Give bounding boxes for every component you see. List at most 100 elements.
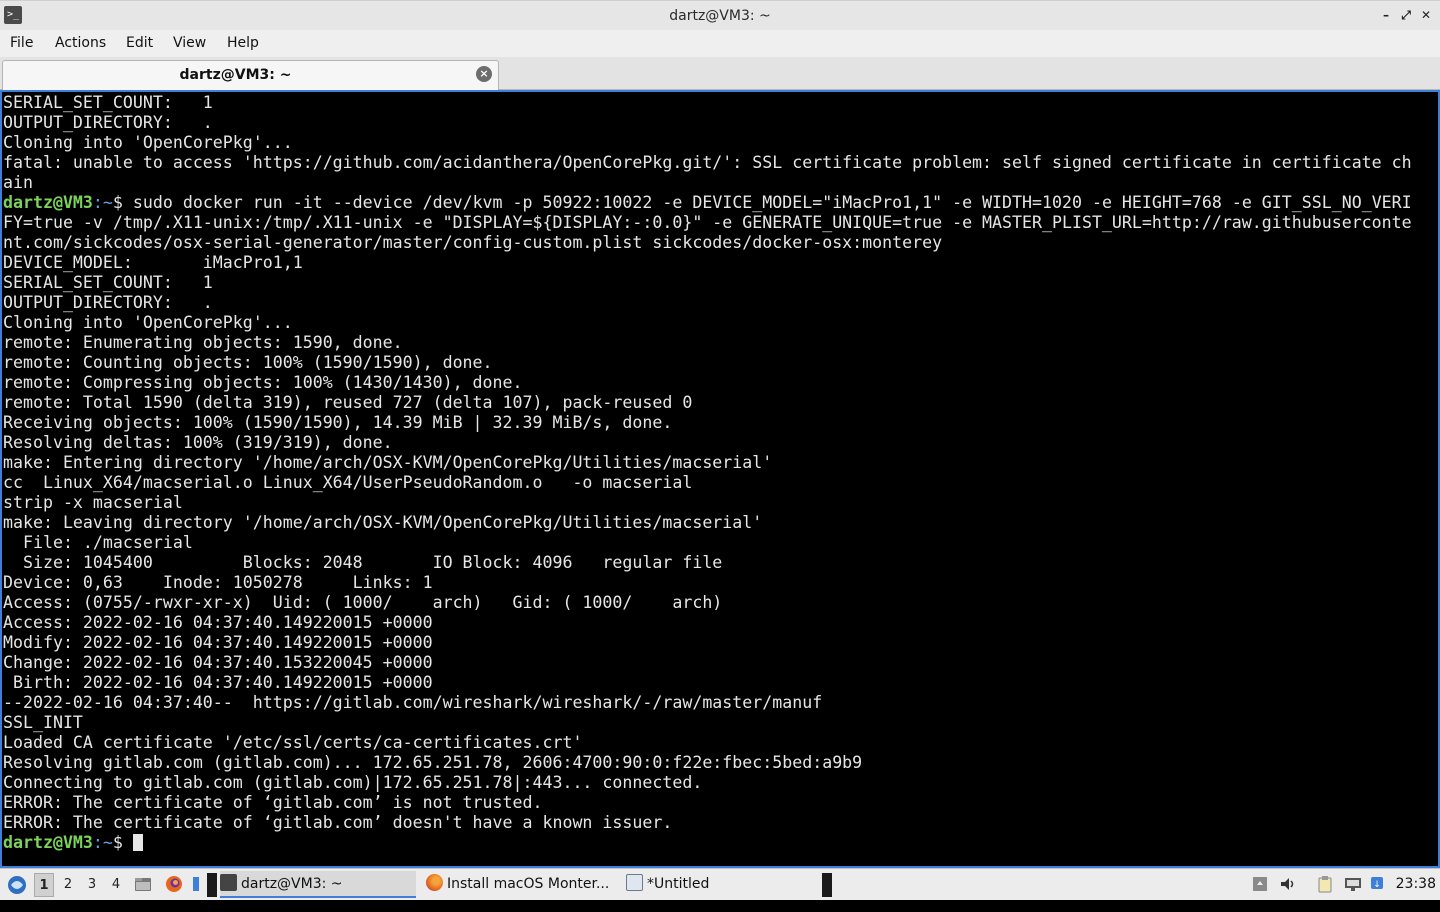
terminal-line-text: SERIAL_SET_COUNT: 1	[3, 273, 213, 292]
terminal-line: Modify: 2022-02-16 04:37:40.149220015 +0…	[3, 633, 1412, 653]
maximize-icon[interactable]: ⤢	[1398, 7, 1414, 23]
terminal-icon[interactable]	[192, 875, 200, 893]
menu-actions[interactable]: Actions	[55, 30, 106, 57]
terminal-line: remote: Enumerating objects: 1590, done.	[3, 333, 1412, 353]
terminal-line: strip -x macserial	[3, 493, 1412, 513]
terminal-line-text: Birth: 2022-02-16 04:37:40.149220015 +00…	[3, 673, 433, 692]
menubar: File Actions Edit View Help	[0, 30, 1440, 57]
prompt-symbol: $	[112, 833, 123, 852]
terminal-output[interactable]: SERIAL_SET_COUNT: 1 OUTPUT_DIRECTORY: . Cl…	[0, 90, 1440, 868]
menu-view[interactable]: View	[173, 30, 206, 57]
terminal-line-text: Size: 1045400 Blocks: 2048 IO Block: 409…	[3, 553, 723, 572]
terminal-line-text: remote: Compressing objects: 100% (1430/…	[3, 373, 523, 392]
terminal-line-text: remote: Total 1590 (delta 319), reused 7…	[3, 393, 693, 412]
terminal-line-text: remote: Counting objects: 100% (1590/159…	[3, 353, 493, 372]
terminal-line: Cloning into 'OpenCorePkg'...	[3, 133, 1412, 153]
terminal-line-text: sudo docker run -it --device /dev/kvm -p…	[122, 193, 1412, 212]
close-icon[interactable]: ✕	[1418, 7, 1434, 23]
prompt-path: :~	[92, 193, 113, 212]
workspace-3[interactable]: 3	[82, 873, 102, 897]
terminal-line-text: Modify: 2022-02-16 04:37:40.149220015 +0…	[3, 633, 433, 652]
task-terminal[interactable]: dartz@VM3: ~	[220, 871, 416, 898]
terminal-line: ain	[3, 173, 1412, 193]
terminal-line-text: Change: 2022-02-16 04:37:40.153220045 +0…	[3, 653, 433, 672]
network-icon[interactable]	[1344, 875, 1362, 893]
terminal-line-text: ERROR: The certificate of ‘gitlab.com’ d…	[3, 813, 673, 832]
firefox-icon[interactable]	[165, 875, 183, 893]
terminal-line-text: strip -x macserial	[3, 493, 183, 512]
terminal-line: OUTPUT_DIRECTORY: .	[3, 113, 1412, 133]
terminal-line: remote: Total 1590 (delta 319), reused 7…	[3, 393, 1412, 413]
terminal-cursor	[132, 834, 143, 851]
terminal-line-text: --2022-02-16 04:37:40-- https://gitlab.c…	[3, 693, 823, 712]
taskbar: 1 2 3 4 dartz@VM3: ~ Install macOS Monte…	[0, 868, 1440, 900]
workspace-2[interactable]: 2	[58, 873, 78, 897]
terminal-line-text: SSL_INIT	[3, 713, 83, 732]
workspace-1[interactable]: 1	[34, 873, 54, 897]
notification-icon[interactable]	[1251, 875, 1269, 893]
task-firefox[interactable]: Install macOS Monter...	[426, 871, 622, 898]
window-titlebar[interactable]: >_ dartz@VM3: ~ – ⤢ ✕	[0, 0, 1440, 30]
terminal-line: Cloning into 'OpenCorePkg'...	[3, 313, 1412, 333]
terminal-line-text: remote: Enumerating objects: 1590, done.	[3, 333, 403, 352]
terminal-line: Birth: 2022-02-16 04:37:40.149220015 +00…	[3, 673, 1412, 693]
terminal-line: Access: (0755/-rwxr-xr-x) Uid: ( 1000/ a…	[3, 593, 1412, 613]
text-editor-icon	[626, 874, 643, 891]
menu-file[interactable]: File	[10, 30, 33, 57]
clock[interactable]: 23:38	[1396, 869, 1436, 900]
prompt-symbol: $	[112, 193, 123, 212]
prompt-user: dartz@VM3	[3, 833, 93, 852]
terminal-line-text: OUTPUT_DIRECTORY: .	[3, 113, 213, 132]
terminal-line: remote: Counting objects: 100% (1590/159…	[3, 353, 1412, 373]
terminal-line-text: Cloning into 'OpenCorePkg'...	[3, 133, 293, 152]
terminal-line: Receiving objects: 100% (1590/1590), 14.…	[3, 413, 1412, 433]
terminal-line-text: make: Leaving directory '/home/arch/OSX-…	[3, 513, 763, 532]
tab-terminal[interactable]: dartz@VM3: ~ ×	[2, 60, 499, 90]
task-label: *Untitled	[647, 876, 710, 892]
terminal-line: SERIAL_SET_COUNT: 1	[3, 93, 1412, 113]
terminal-line-text: ERROR: The certificate of ‘gitlab.com’ i…	[3, 793, 543, 812]
terminal-line-text: make: Entering directory '/home/arch/OSX…	[3, 453, 773, 472]
window-title: dartz@VM3: ~	[669, 8, 771, 24]
terminal-line: SSL_INIT	[3, 713, 1412, 733]
terminal-line-text: Receiving objects: 100% (1590/1590), 14.…	[3, 413, 673, 432]
tab-bar: dartz@VM3: ~ ×	[0, 57, 1440, 90]
terminal-line-text: ain	[3, 173, 33, 192]
terminal-line: Connecting to gitlab.com (gitlab.com)|17…	[3, 773, 1412, 793]
terminal-line: OUTPUT_DIRECTORY: .	[3, 293, 1412, 313]
close-circle-icon[interactable]: ×	[476, 66, 492, 82]
minimize-icon[interactable]: –	[1378, 7, 1394, 23]
workspace-4[interactable]: 4	[106, 873, 126, 897]
terminal-line-text: Access: 2022-02-16 04:37:40.149220015 +0…	[3, 613, 433, 632]
terminal-line: Device: 0,63 Inode: 1050278 Links: 1	[3, 573, 1412, 593]
clipboard-icon[interactable]	[1316, 875, 1334, 893]
updates-icon[interactable]: ↓	[1369, 875, 1387, 893]
volume-icon[interactable]	[1279, 875, 1297, 893]
terminal-line-text	[123, 833, 133, 852]
terminal-line-text: Resolving gitlab.com (gitlab.com)... 172…	[3, 753, 863, 772]
terminal-line-text: Device: 0,63 Inode: 1050278 Links: 1	[3, 573, 433, 592]
terminal-prompt-line: dartz@VM3:~$	[3, 833, 1412, 853]
terminal-line-text: nt.com/sickcodes/osx-serial-generator/ma…	[3, 233, 943, 252]
terminal-line: Resolving deltas: 100% (319/319), done.	[3, 433, 1412, 453]
menu-help[interactable]: Help	[227, 30, 259, 57]
terminal-line: DEVICE_MODEL: iMacPro1,1	[3, 253, 1412, 273]
terminal-line: Size: 1045400 Blocks: 2048 IO Block: 409…	[3, 553, 1412, 573]
task-label: Install macOS Monter...	[447, 876, 610, 892]
firefox-icon	[426, 874, 443, 891]
file-manager-icon[interactable]	[134, 875, 152, 893]
prompt-user: dartz@VM3	[3, 193, 93, 212]
terminal-line-text: Loaded CA certificate '/etc/ssl/certs/ca…	[3, 733, 583, 752]
task-text-editor[interactable]: *Untitled	[626, 871, 816, 898]
terminal-line-text: DEVICE_MODEL: iMacPro1,1	[3, 253, 303, 272]
tab-label: dartz@VM3: ~	[179, 67, 292, 83]
menu-edit[interactable]: Edit	[126, 30, 153, 57]
terminal-line-text: File: ./macserial	[3, 533, 193, 552]
terminal-line: File: ./macserial	[3, 533, 1412, 553]
lxqt-start-icon[interactable]	[5, 869, 29, 900]
taskbar-separator	[207, 873, 217, 897]
prompt-path: :~	[92, 833, 113, 852]
terminal-icon	[220, 874, 237, 891]
terminal-line-text: cc Linux_X64/macserial.o Linux_X64/UserP…	[3, 473, 693, 492]
terminal-line: Resolving gitlab.com (gitlab.com)... 172…	[3, 753, 1412, 773]
